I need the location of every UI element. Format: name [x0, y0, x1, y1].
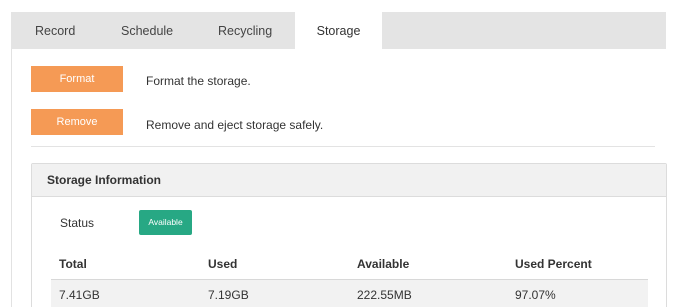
remove-button[interactable]: Remove	[31, 109, 123, 135]
column-header-total: Total	[59, 257, 87, 271]
remove-description: Remove and eject storage safely.	[146, 118, 324, 132]
section-divider	[31, 146, 655, 147]
storage-information-panel: Storage Information Status Available Tot…	[31, 163, 667, 307]
tab-recycling[interactable]: Recycling	[218, 12, 272, 49]
cell-used: 7.19GB	[208, 288, 249, 302]
storage-settings-window: Record Schedule Recycling Storage Format…	[0, 0, 677, 307]
cell-available: 222.55MB	[357, 288, 412, 302]
format-button[interactable]: Format	[31, 66, 123, 92]
cell-total: 7.41GB	[59, 288, 100, 302]
storage-table: Total Used Available Used Percent 7.41GB…	[51, 249, 648, 307]
panel-title: Storage Information	[32, 164, 666, 197]
status-badge: Available	[139, 210, 192, 235]
column-header-used-percent: Used Percent	[515, 257, 592, 271]
cell-used-percent: 97.07%	[515, 288, 556, 302]
tab-record[interactable]: Record	[35, 12, 75, 49]
column-header-available: Available	[357, 257, 410, 271]
tab-schedule[interactable]: Schedule	[121, 12, 173, 49]
format-description: Format the storage.	[146, 74, 251, 88]
column-header-used: Used	[208, 257, 238, 271]
table-row: 7.41GB 7.19GB 222.55MB 97.07%	[51, 280, 648, 307]
tab-bar: Record Schedule Recycling Storage	[11, 12, 666, 49]
tab-storage[interactable]: Storage	[295, 12, 382, 49]
table-header-row: Total Used Available Used Percent	[51, 249, 648, 280]
status-label: Status	[60, 216, 95, 230]
storage-tab-content: Format Format the storage. Remove Remove…	[11, 49, 667, 307]
